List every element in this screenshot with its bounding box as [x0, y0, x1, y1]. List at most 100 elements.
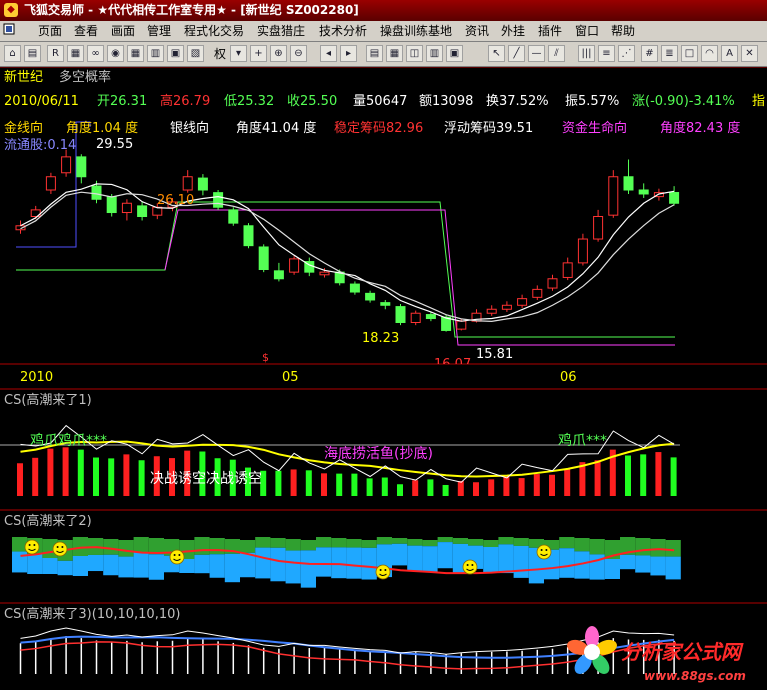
- panel-2-green-bar: [437, 537, 453, 543]
- panel-1-bar: [473, 482, 479, 496]
- split-icon[interactable]: ◫: [406, 45, 423, 62]
- zoom-in-icon[interactable]: ⊕: [270, 45, 287, 62]
- menu-item-window[interactable]: 窗口: [571, 21, 603, 41]
- app-icon[interactable]: ◆: [4, 3, 18, 17]
- smiley-eye: [178, 554, 181, 556]
- indicator-panel-3[interactable]: CS(高潮来了3)(10,10,10,10) 分析家公式网 www.88gs.c…: [0, 604, 767, 690]
- axis-label-06: 06: [560, 370, 577, 385]
- binocular-icon[interactable]: ◉: [107, 45, 124, 62]
- table-icon[interactable]: ▦: [386, 45, 403, 62]
- channel-tool-icon[interactable]: ≣: [661, 45, 678, 62]
- panel-1-bar: [640, 454, 647, 496]
- parallel-tool-icon[interactable]: ⫽: [548, 45, 565, 62]
- panel-2-green-bar: [452, 538, 468, 544]
- panel-1-bar: [457, 480, 464, 496]
- panel-2-green-bar: [12, 537, 28, 552]
- gann-tool-icon[interactable]: #: [641, 45, 658, 62]
- left-arrow-icon[interactable]: ◂: [320, 45, 337, 62]
- zoom-out-icon[interactable]: ⊖: [290, 45, 307, 62]
- line-tool-icon[interactable]: ╱: [508, 45, 525, 62]
- save-icon[interactable]: ▦: [67, 45, 84, 62]
- panel-2-green-bar: [574, 538, 590, 552]
- menu-item-live-hunt[interactable]: 实盘猎庄: [253, 21, 309, 41]
- main-price-panel[interactable]: 新世纪 多空概率 2010/06/11 开26.31 高26.79 低25.32…: [0, 67, 767, 390]
- oo-icon[interactable]: ∞: [87, 45, 104, 62]
- menu-item-training[interactable]: 操盘训练基地: [376, 21, 456, 41]
- quote-turnover: 换37.52%: [486, 94, 549, 109]
- panel-2-chart: [0, 537, 767, 604]
- panel-2-blue-bar: [42, 558, 58, 574]
- panel-2-blue-bar: [88, 554, 104, 572]
- menu-item-plugin-ext[interactable]: 外挂: [497, 21, 529, 41]
- lock-icon[interactable]: ▧: [187, 45, 204, 62]
- candle-body: [532, 288, 543, 298]
- rect-tool-icon[interactable]: □: [681, 45, 698, 62]
- price-mark-26-10: 26.10: [157, 193, 195, 208]
- calc-icon[interactable]: ▥: [147, 45, 164, 62]
- panel-2-green-bar: [300, 540, 316, 551]
- menu-app-icon[interactable]: [2, 21, 15, 43]
- panel-2-green-bar: [650, 539, 666, 557]
- chart-layout-icon[interactable]: ▤: [366, 45, 383, 62]
- candle-body: [45, 176, 56, 191]
- menu-item-addons[interactable]: 插件: [534, 21, 566, 41]
- support-step-green: [16, 201, 675, 338]
- indicator-panel-2[interactable]: CS(高潮来了2): [0, 511, 767, 604]
- panel-1-text-center: 海底捞活鱼(抄底): [324, 446, 433, 462]
- panel-2-blue-bar: [604, 559, 620, 579]
- candle-body: [410, 312, 421, 324]
- menu-item-program-trade[interactable]: 程式化交易: [180, 21, 248, 41]
- dropdown-arrow-icon[interactable]: ▾: [230, 45, 247, 62]
- text-tool-icon[interactable]: A: [721, 45, 738, 62]
- fib-tool-icon[interactable]: ≡: [598, 45, 615, 62]
- panel-2-blue-bar: [27, 554, 43, 574]
- quote-amount: 额13098: [419, 94, 474, 109]
- panel-2-blue-bar: [392, 543, 408, 566]
- bars-tool-icon[interactable]: |||: [578, 45, 595, 62]
- open-icon[interactable]: ⌂: [4, 45, 21, 62]
- panel-2-green-bar: [285, 539, 301, 551]
- panels-icon[interactable]: ▣: [446, 45, 463, 62]
- columns-icon[interactable]: ▥: [426, 45, 443, 62]
- panel-2-blue-bar: [513, 545, 529, 578]
- menu-item-info[interactable]: 资讯: [461, 21, 493, 41]
- candle-body: [380, 302, 391, 306]
- menu-item-view[interactable]: 查看: [70, 21, 102, 41]
- panel-3-title: CS(高潮来了3)(10,10,10,10): [4, 607, 181, 622]
- smiley-eye: [545, 549, 548, 551]
- panel-1-bar: [655, 452, 662, 496]
- price-mark-16-07: 16.07: [434, 357, 471, 364]
- smiley-eye: [466, 564, 469, 566]
- smiley-eye: [56, 546, 59, 548]
- panel-2-green-bar: [133, 537, 149, 553]
- menu-item-tech-analysis[interactable]: 技术分析: [315, 21, 371, 41]
- fan-tool-icon[interactable]: ⋰: [618, 45, 635, 62]
- right-arrow-icon[interactable]: ▸: [340, 45, 357, 62]
- plus-icon[interactable]: +: [250, 45, 267, 62]
- panel-2-green-bar: [194, 537, 210, 555]
- print-icon[interactable]: ▤: [24, 45, 41, 62]
- menu-item-manage[interactable]: 管理: [143, 21, 175, 41]
- window-icon[interactable]: ▣: [167, 45, 184, 62]
- period-selector[interactable]: 权: [214, 45, 226, 63]
- smiley-eye: [61, 546, 64, 548]
- panel-2-blue-bar: [620, 554, 636, 570]
- panel-2-green-bar: [331, 538, 347, 548]
- arc-tool-icon[interactable]: ◠: [701, 45, 718, 62]
- panel-2-blue-bar: [103, 554, 119, 576]
- menu-item-canvas[interactable]: 画面: [107, 21, 139, 41]
- menu-item-page[interactable]: 页面: [34, 21, 66, 41]
- menu-item-help[interactable]: 帮助: [607, 21, 639, 41]
- quote-low: 低25.32: [224, 94, 275, 109]
- panel-1-title: CS(高潮来了1): [4, 393, 92, 408]
- axis-label-2010: 2010: [20, 370, 54, 385]
- rsi-icon[interactable]: R: [47, 45, 64, 62]
- panel-2-blue-bar: [224, 553, 240, 583]
- hline-tool-icon[interactable]: —: [528, 45, 545, 62]
- indicator-panel-1[interactable]: CS(高潮来了1) 鸡爪鸡爪*** 决战诱空决战诱空 海底捞活鱼(抄底) 鸡爪*…: [0, 390, 767, 511]
- cursor-icon[interactable]: ↖: [488, 45, 505, 62]
- grid-icon[interactable]: ▦: [127, 45, 144, 62]
- delete-tool-icon[interactable]: ✕: [741, 45, 758, 62]
- panel-2-blue-bar: [346, 547, 362, 579]
- panel-2-green-bar: [407, 539, 423, 546]
